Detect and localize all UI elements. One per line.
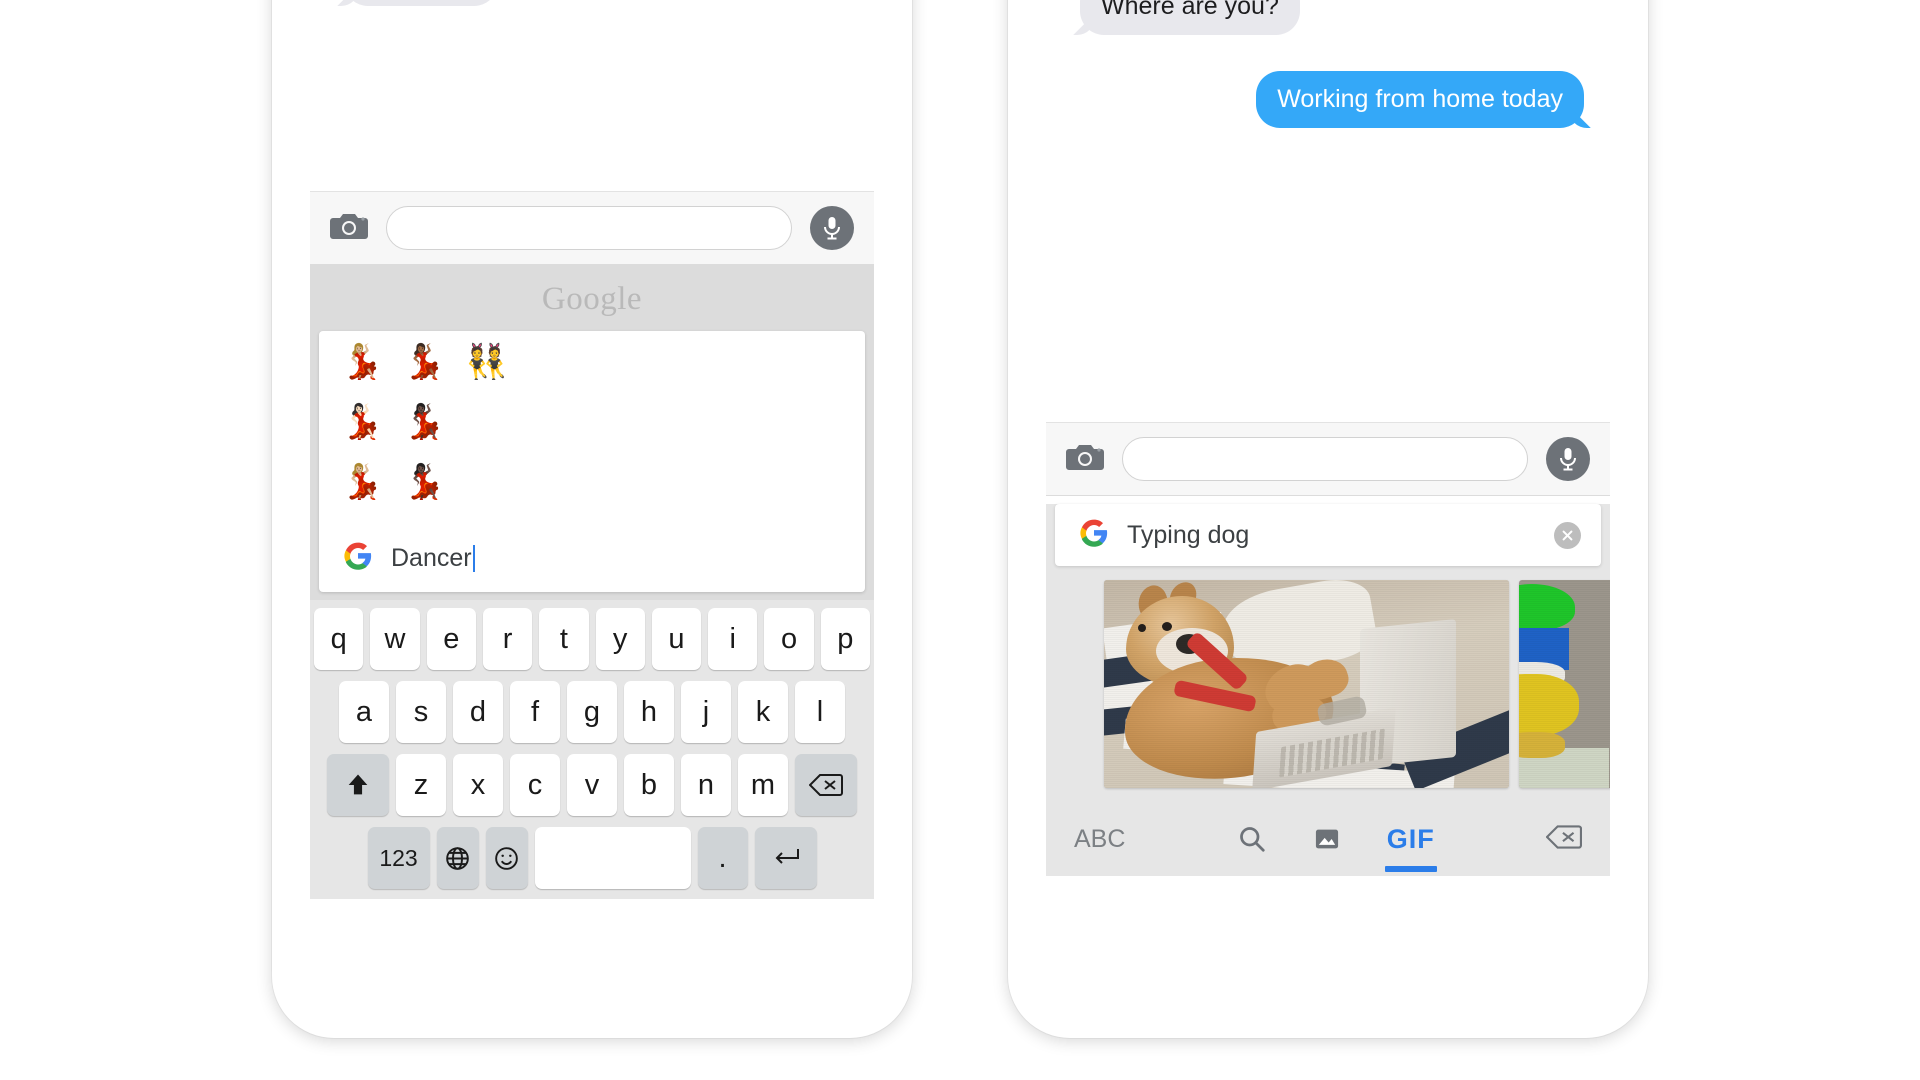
message-bubble-outgoing[interactable]: Working from home today xyxy=(1256,71,1584,129)
emoji-face-icon[interactable] xyxy=(485,827,528,889)
key-i[interactable]: i xyxy=(708,608,758,670)
emoji-result[interactable]: 👯 xyxy=(465,345,507,379)
emoji-result[interactable]: 💃🏻 xyxy=(341,405,383,439)
tab-gif[interactable]: GIF xyxy=(1384,823,1437,872)
keyboard-row-2: a s d f g h j k l xyxy=(314,681,870,743)
backspace-icon[interactable] xyxy=(1545,824,1582,855)
clear-circle-icon[interactable] xyxy=(1554,521,1581,549)
keyboard-mode-toolbar: ABC GIF xyxy=(1046,802,1610,876)
emoji-result[interactable]: 💃🏼 xyxy=(341,465,383,499)
emoji-result[interactable]: 💃🏿 xyxy=(403,405,445,439)
key-h[interactable]: h xyxy=(624,681,674,743)
key-s[interactable]: s xyxy=(396,681,446,743)
emoji-results-grid: 💃🏼 💃🏾 👯 💃🏻 💃🏿 💃🏼 💃🏿 xyxy=(319,331,865,529)
camera-icon[interactable] xyxy=(1066,442,1104,477)
compose-bar-right xyxy=(1046,422,1610,496)
conversation-thread-left: 🍷💅👠 xyxy=(310,0,874,191)
key-g[interactable]: g xyxy=(567,681,617,743)
phone-screen-left: 🍷💅👠 xyxy=(310,0,874,900)
emoji-search-query-text: Dancer xyxy=(391,544,845,573)
enter-icon[interactable] xyxy=(754,827,817,889)
key-x[interactable]: x xyxy=(453,754,503,816)
emoji-result[interactable]: 💃🏼 xyxy=(341,345,383,379)
key-d[interactable]: d xyxy=(453,681,503,743)
numbers-key[interactable]: 123 xyxy=(367,827,430,889)
gif-search-field[interactable]: Typing dog xyxy=(1055,504,1601,566)
message-bubble-incoming[interactable]: Where are you? xyxy=(1080,0,1300,36)
key-a[interactable]: a xyxy=(339,681,389,743)
keyboard-row-3: z x c v b n m xyxy=(314,754,870,816)
message-input-right[interactable] xyxy=(1122,437,1528,481)
key-q[interactable]: q xyxy=(314,608,364,670)
camera-icon[interactable] xyxy=(330,211,368,246)
keyboard-row-4: 123 . xyxy=(314,827,870,889)
text-caret xyxy=(472,545,475,572)
shiba-typing-gif-art xyxy=(1104,580,1509,788)
abc-mode-button[interactable]: ABC xyxy=(1074,825,1125,854)
google-emoji-suggest-panel: Google 💃🏼 💃🏾 👯 💃🏻 💃🏿 💃🏼 💃🏿 Dancer xyxy=(310,265,874,600)
screenshot-canvas: 🍷💅👠 xyxy=(0,0,1920,1080)
microphone-icon[interactable] xyxy=(1546,437,1590,481)
search-icon[interactable] xyxy=(1237,824,1267,854)
key-o[interactable]: o xyxy=(764,608,814,670)
active-tab-indicator xyxy=(1384,865,1437,872)
shift-icon[interactable] xyxy=(327,754,389,816)
key-p[interactable]: p xyxy=(820,608,870,670)
key-z[interactable]: z xyxy=(396,754,446,816)
gif-result-typing-dog[interactable] xyxy=(1104,580,1509,788)
key-l[interactable]: l xyxy=(795,681,845,743)
period-key[interactable]: . xyxy=(697,827,748,889)
google-g-logo xyxy=(343,541,373,576)
image-icon[interactable] xyxy=(1313,825,1341,853)
emoji-result-row: 💃🏻 💃🏿 xyxy=(341,405,865,465)
key-w[interactable]: w xyxy=(370,608,420,670)
key-e[interactable]: e xyxy=(426,608,476,670)
gif-search-query-text: Typing dog xyxy=(1127,520,1250,549)
key-j[interactable]: j xyxy=(681,681,731,743)
key-c[interactable]: c xyxy=(510,754,560,816)
gif-search-panel: Typing dog ABC GIF xyxy=(1046,504,1610,876)
key-v[interactable]: v xyxy=(567,754,617,816)
gif-results-strip[interactable] xyxy=(1046,566,1610,802)
emoji-result-row: 💃🏼 💃🏿 xyxy=(341,465,865,525)
compose-bar-left xyxy=(310,191,874,265)
key-b[interactable]: b xyxy=(624,754,674,816)
key-n[interactable]: n xyxy=(681,754,731,816)
backspace-icon[interactable] xyxy=(795,754,857,816)
message-text: Where are you? xyxy=(1101,0,1279,20)
colorful-toy-gif-art xyxy=(1519,580,1610,788)
key-y[interactable]: y xyxy=(595,608,645,670)
key-f[interactable]: f xyxy=(510,681,560,743)
key-k[interactable]: k xyxy=(738,681,788,743)
message-input-left[interactable] xyxy=(386,206,792,250)
key-m[interactable]: m xyxy=(738,754,788,816)
message-bubble-emoji[interactable]: 🍷💅👠 xyxy=(344,0,498,7)
keyboard-row-1: q w e r t y u i o p xyxy=(314,608,870,670)
globe-icon[interactable] xyxy=(436,827,479,889)
phone-screen-right: Where are you? Working from home today T… xyxy=(1046,0,1610,900)
emoji-result[interactable]: 💃🏿 xyxy=(403,465,445,499)
google-g-logo xyxy=(1079,518,1109,553)
emoji-search-query-row[interactable]: Dancer xyxy=(319,529,865,592)
gif-result-partial[interactable] xyxy=(1519,580,1610,788)
gif-tab-label: GIF xyxy=(1386,823,1435,854)
key-r[interactable]: r xyxy=(482,608,533,670)
qwerty-keyboard: q w e r t y u i o p a s d f g h j k l z … xyxy=(310,600,874,899)
gif-search-phone: Where are you? Working from home today T… xyxy=(1008,0,1648,1038)
conversation-thread-right: Where are you? Working from home today xyxy=(1046,0,1610,422)
suggestion-card: 💃🏼 💃🏾 👯 💃🏻 💃🏿 💃🏼 💃🏿 Dancer xyxy=(319,331,865,592)
microphone-icon[interactable] xyxy=(810,206,854,250)
key-u[interactable]: u xyxy=(651,608,702,670)
space-key[interactable] xyxy=(534,827,691,889)
key-t[interactable]: t xyxy=(539,608,589,670)
google-wordmark: Google xyxy=(541,281,643,317)
message-text: Working from home today xyxy=(1277,85,1563,113)
emoji-result-row: 💃🏼 💃🏾 👯 xyxy=(341,345,865,405)
emoji-search-phone: 🍷💅👠 xyxy=(272,0,912,1038)
emoji-result[interactable]: 💃🏾 xyxy=(403,345,445,379)
